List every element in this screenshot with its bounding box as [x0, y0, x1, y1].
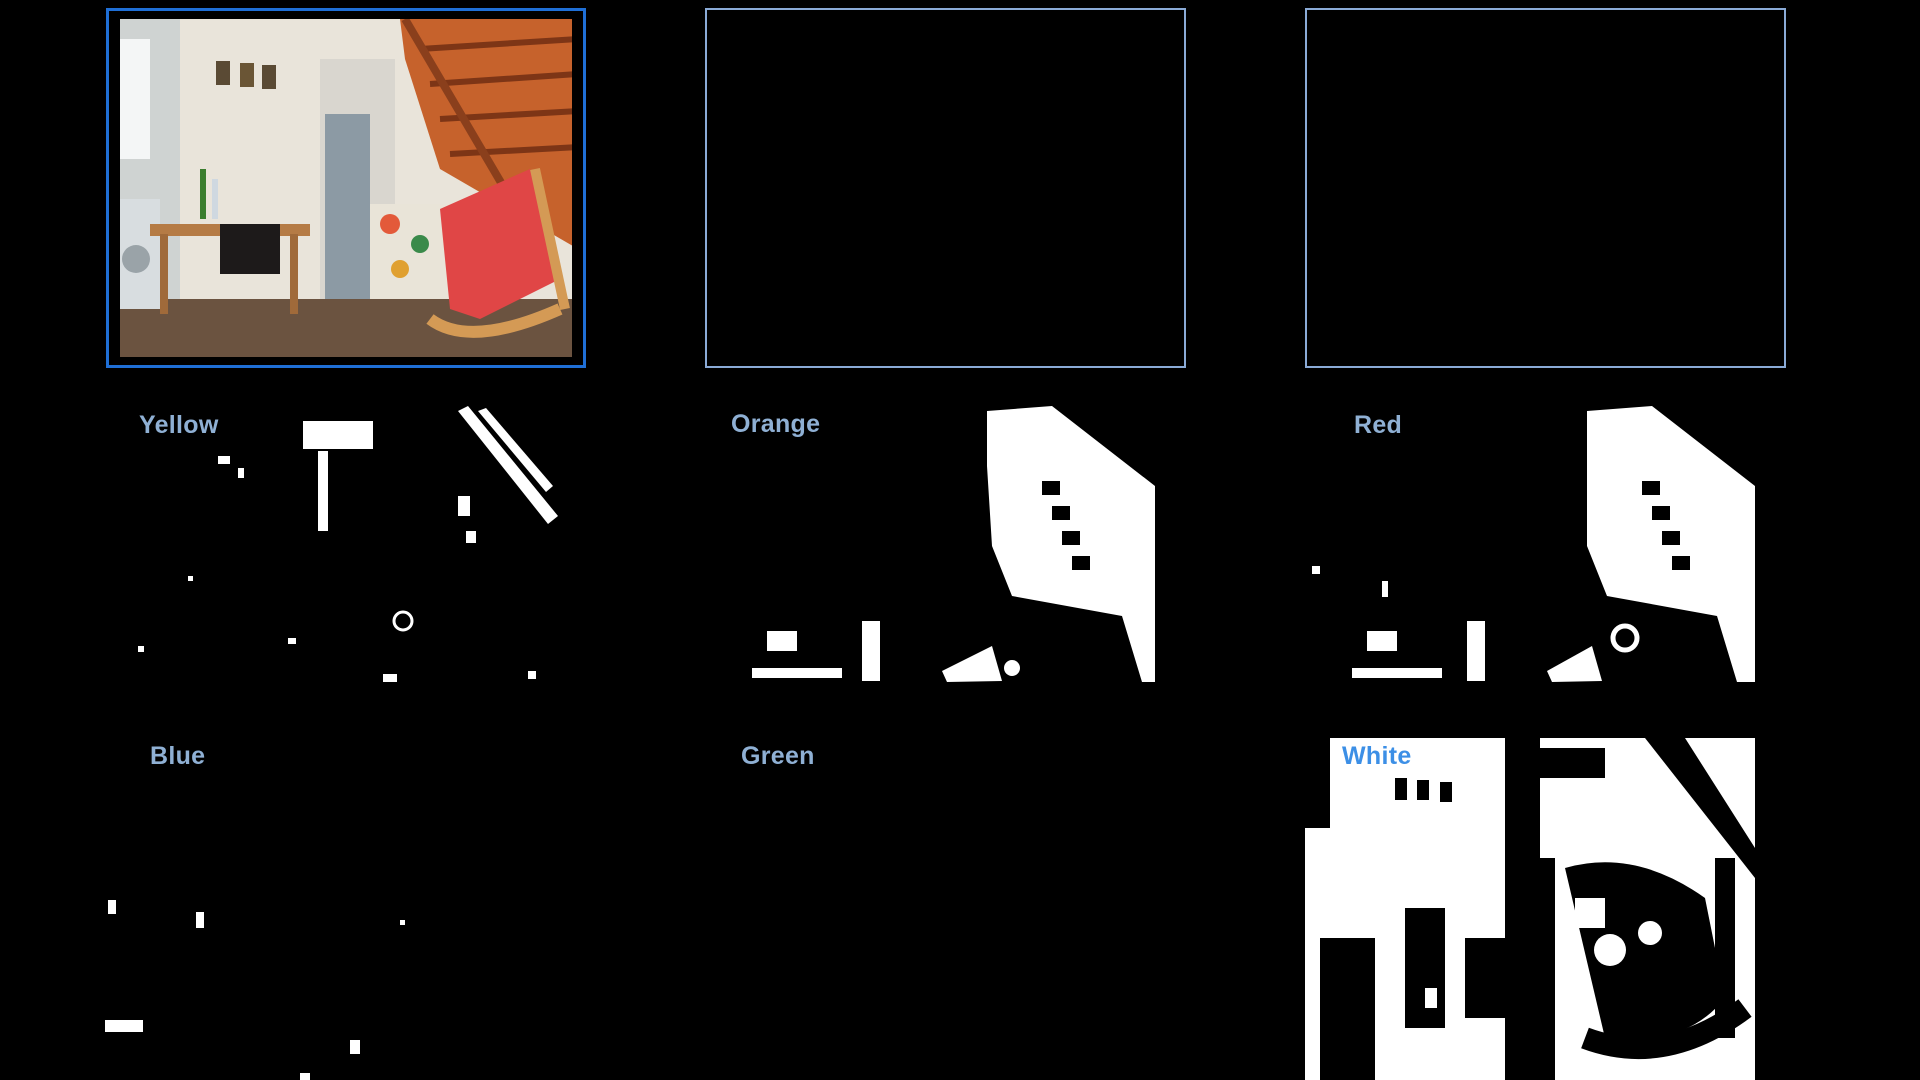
vision-dashboard: Yellow Orange Red Blue Green White [0, 0, 1920, 1080]
camera-frame-live[interactable] [106, 8, 586, 368]
mask-green[interactable] [712, 738, 1155, 1080]
mask-label-white: White [1342, 742, 1412, 770]
mask-blue[interactable] [100, 738, 570, 1080]
live-camera-image [120, 19, 572, 357]
mask-orange[interactable] [712, 406, 1155, 682]
camera-frame-2[interactable] [705, 8, 1186, 368]
mask-label-blue: Blue [150, 742, 206, 770]
mask-label-green: Green [741, 742, 815, 770]
mask-label-yellow: Yellow [139, 411, 219, 439]
mask-white-image [1305, 738, 1755, 1080]
mask-label-red: Red [1354, 411, 1403, 439]
mask-orange-image [752, 406, 1155, 682]
camera-frame-3[interactable] [1305, 8, 1786, 368]
mask-blue-image [105, 900, 405, 1080]
mask-label-orange: Orange [731, 410, 821, 438]
mask-yellow-image [138, 406, 558, 682]
mask-red[interactable] [1307, 406, 1755, 682]
room-scene-image [120, 19, 572, 357]
mask-red-image [1312, 406, 1755, 682]
mask-yellow[interactable] [128, 406, 568, 682]
mask-white[interactable] [1305, 738, 1755, 1080]
